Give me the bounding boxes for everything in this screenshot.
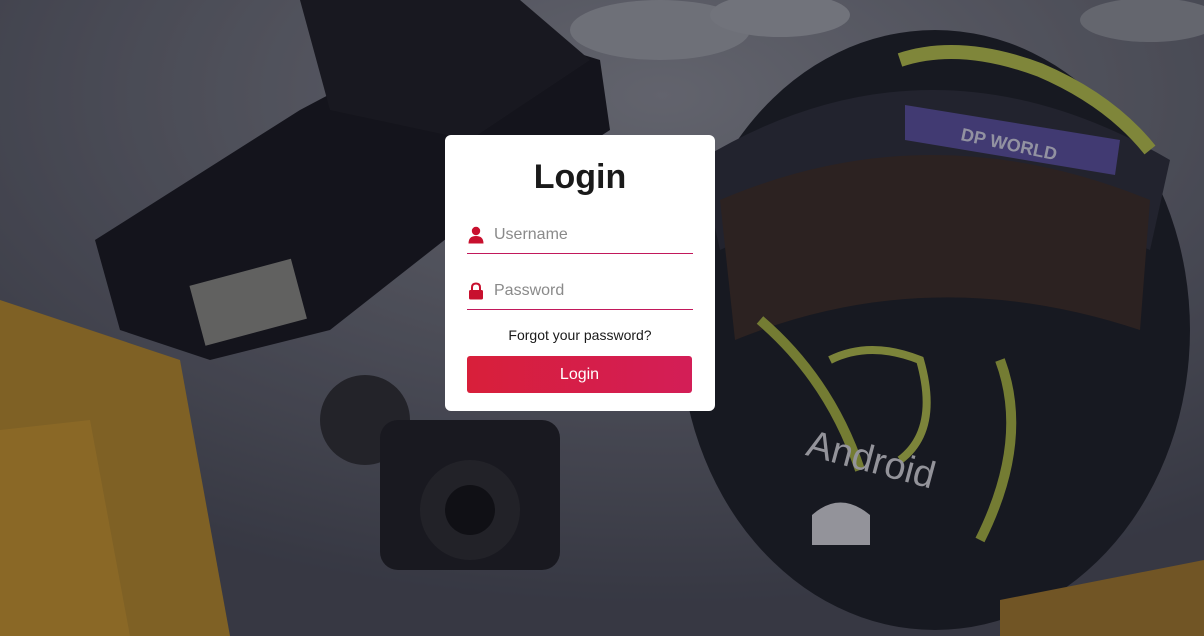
password-field xyxy=(467,273,693,310)
username-field xyxy=(467,217,693,254)
login-title: Login xyxy=(533,158,627,196)
forgot-password-link[interactable]: Forgot your password? xyxy=(467,327,693,344)
lock-icon xyxy=(465,280,487,302)
login-card: Login Forgot your password? Login xyxy=(445,135,715,411)
user-icon xyxy=(465,224,487,246)
password-input[interactable] xyxy=(494,279,684,303)
username-input[interactable] xyxy=(494,223,684,247)
login-button[interactable]: Login xyxy=(467,356,692,393)
